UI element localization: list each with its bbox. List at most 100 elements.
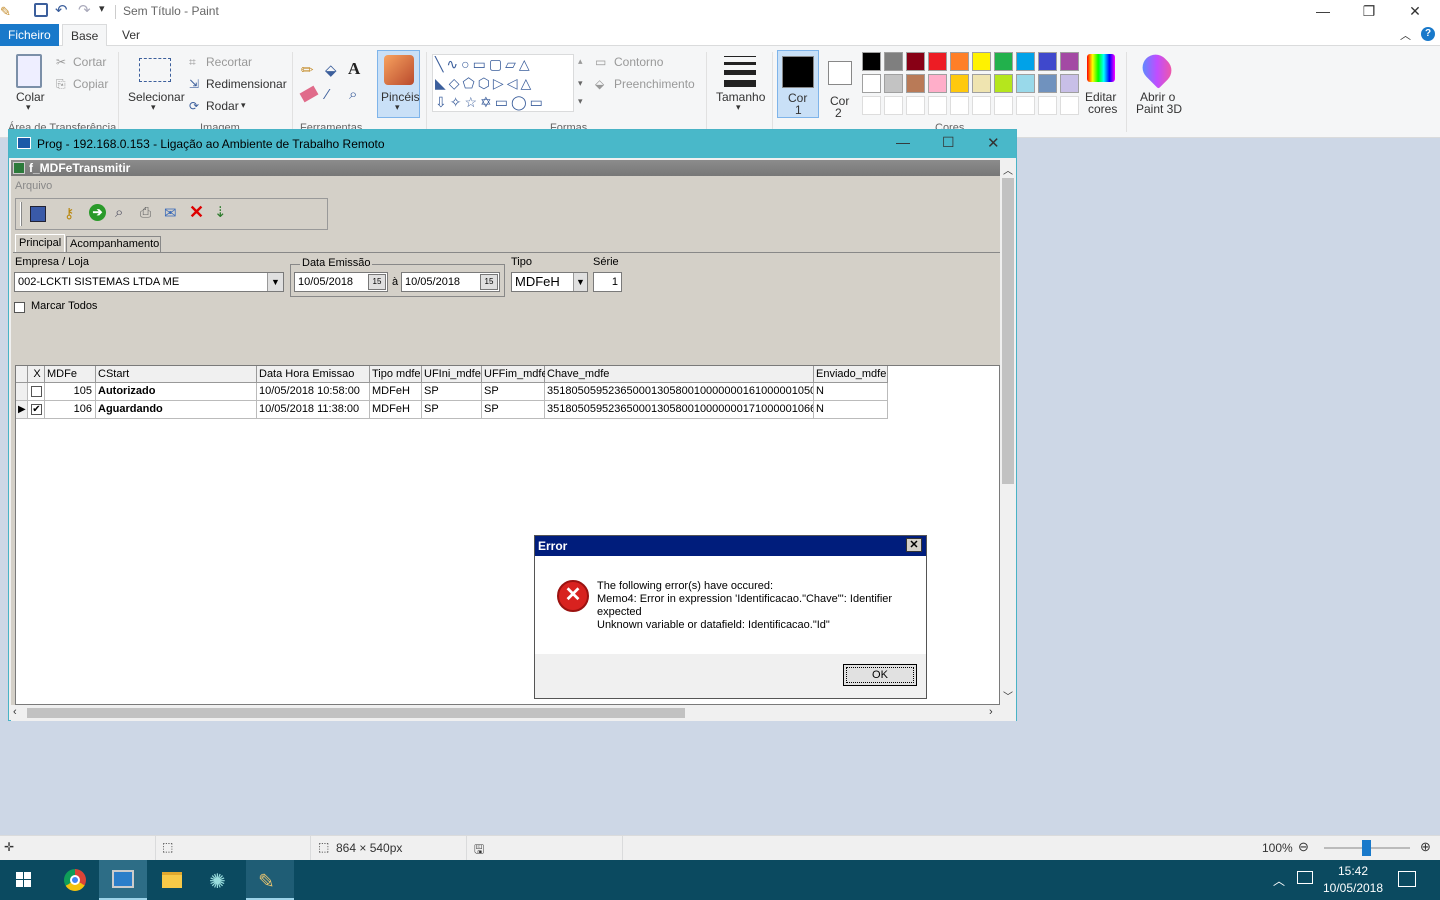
- zoom-out-icon[interactable]: ⊖: [1298, 839, 1309, 855]
- calendar-icon[interactable]: 15: [368, 274, 386, 290]
- paint-app-icon[interactable]: ✎: [0, 4, 11, 20]
- select-dropdown-icon[interactable]: ▾: [151, 102, 156, 113]
- menu-arquivo[interactable]: Arquivo: [15, 180, 52, 192]
- color-swatch[interactable]: [928, 52, 947, 71]
- column-header[interactable]: UFIni_mdfe: [422, 366, 482, 383]
- taskbar-chrome[interactable]: [51, 860, 99, 900]
- serie-input[interactable]: 1: [593, 272, 622, 292]
- network-icon[interactable]: [1297, 871, 1313, 884]
- rotate-button[interactable]: Rodar: [206, 99, 239, 113]
- vertical-scrollbar[interactable]: ︿ ﹀: [1000, 160, 1016, 705]
- minimize-button[interactable]: —: [1300, 0, 1346, 24]
- color1-button[interactable]: Cor 1: [777, 50, 819, 118]
- tab-base[interactable]: Base: [62, 24, 108, 46]
- custom-color-slot[interactable]: [1038, 96, 1057, 115]
- resize-button[interactable]: Redimensionar: [206, 77, 287, 91]
- row-checkbox[interactable]: [31, 386, 42, 397]
- vertical-scroll-thumb[interactable]: [1002, 178, 1014, 484]
- start-button[interactable]: [0, 860, 48, 900]
- shapes-scroll-down-icon[interactable]: ▾: [578, 78, 583, 89]
- color-swatch[interactable]: [994, 52, 1013, 71]
- save-icon[interactable]: [34, 3, 48, 17]
- column-header[interactable]: UFFim_mdfe: [482, 366, 548, 383]
- fill-button[interactable]: Preenchimento: [614, 77, 695, 91]
- color-swatch[interactable]: [862, 52, 881, 71]
- scroll-down-icon[interactable]: ﹀: [1003, 688, 1013, 703]
- custom-color-slot[interactable]: [994, 96, 1013, 115]
- clock-time[interactable]: 15:42: [1323, 864, 1383, 878]
- error-close-button[interactable]: ✕: [906, 538, 922, 552]
- scroll-up-icon[interactable]: ︿: [1003, 162, 1013, 177]
- color-swatch[interactable]: [906, 52, 925, 71]
- zoom-in-icon[interactable]: ⊕: [1420, 839, 1431, 855]
- scroll-right-icon[interactable]: ›: [989, 706, 993, 718]
- restore-button[interactable]: ❐: [1346, 0, 1392, 24]
- edit-colors-label2[interactable]: cores: [1088, 102, 1117, 116]
- date-from-input[interactable]: 10/05/2018 15: [294, 272, 388, 292]
- date-to-input[interactable]: 10/05/2018 15: [401, 272, 500, 292]
- custom-color-slot[interactable]: [972, 96, 991, 115]
- close-button[interactable]: ✕: [1392, 0, 1438, 24]
- column-header[interactable]: Tipo mdfe: [370, 366, 422, 383]
- cut-button[interactable]: Cortar: [73, 55, 106, 69]
- select-icon[interactable]: [139, 58, 171, 82]
- empresa-dropdown-icon[interactable]: ▼: [267, 273, 283, 291]
- text-icon[interactable]: A: [348, 59, 360, 79]
- color-swatch[interactable]: [1060, 52, 1079, 71]
- custom-color-slot[interactable]: [1060, 96, 1079, 115]
- redo-icon[interactable]: ↷: [78, 1, 91, 19]
- help-icon[interactable]: ?: [1421, 27, 1435, 41]
- color-swatch[interactable]: [972, 74, 991, 93]
- color-swatch[interactable]: [1038, 74, 1057, 93]
- pencil-icon[interactable]: ✏: [301, 61, 314, 79]
- collapse-ribbon-icon[interactable]: ︿: [1400, 27, 1411, 43]
- custom-color-slot[interactable]: [1016, 96, 1035, 115]
- taskbar-remote-desktop[interactable]: [99, 860, 147, 900]
- color-swatch[interactable]: [928, 74, 947, 93]
- color-swatch[interactable]: [862, 74, 881, 93]
- eraser-icon[interactable]: [299, 85, 319, 103]
- column-header[interactable]: MDFe: [45, 366, 96, 383]
- error-title-bar[interactable]: Error ✕: [535, 536, 926, 556]
- column-header[interactable]: CStart: [96, 366, 257, 383]
- paint3d-label2[interactable]: Paint 3D: [1136, 102, 1182, 116]
- key-icon[interactable]: ⚷: [64, 205, 74, 222]
- printer-icon[interactable]: ⎙: [140, 204, 151, 221]
- taskbar-app[interactable]: ✺: [197, 860, 245, 900]
- row-checkbox[interactable]: ✔: [31, 404, 42, 415]
- tab-view[interactable]: Ver: [114, 24, 148, 46]
- horizontal-scrollbar[interactable]: ‹ ›: [11, 705, 1016, 721]
- shapes-scroll-up-icon[interactable]: ▴: [578, 56, 583, 67]
- crop-button[interactable]: Recortar: [206, 55, 252, 69]
- clock-date[interactable]: 10/05/2018: [1318, 881, 1388, 895]
- taskbar-file-explorer[interactable]: [148, 860, 196, 900]
- edit-colors-icon[interactable]: [1087, 54, 1115, 82]
- color-swatch[interactable]: [972, 52, 991, 71]
- brushes-button[interactable]: Pincéis ▾: [377, 50, 420, 118]
- outline-button[interactable]: Contorno: [614, 55, 663, 69]
- magnifier-icon[interactable]: ⌕: [349, 86, 357, 103]
- exit-door-icon[interactable]: [30, 206, 46, 222]
- shapes-gallery[interactable]: ╲∿○▭▢▱△ ◣◇⬠⬡▷◁△ ⇩✧☆✡▭◯▭: [432, 54, 574, 112]
- mark-all-checkbox[interactable]: [14, 302, 25, 313]
- table-row[interactable]: ▶ ✔ 106 Aguardando 10/05/2018 11:38:00 M…: [16, 401, 888, 419]
- shapes-more-icon[interactable]: ▾: [578, 96, 583, 107]
- calendar-icon[interactable]: 15: [480, 274, 498, 290]
- scroll-left-icon[interactable]: ‹: [13, 706, 17, 718]
- download-icon[interactable]: ⇣: [214, 203, 227, 221]
- custom-color-slot[interactable]: [906, 96, 925, 115]
- color-swatch[interactable]: [950, 74, 969, 93]
- notification-icon[interactable]: [1398, 871, 1416, 887]
- select-button[interactable]: Selecionar: [128, 90, 185, 104]
- search-icon[interactable]: ⌕: [115, 204, 123, 221]
- column-header[interactable]: Enviado_mdfe: [814, 366, 888, 383]
- color-swatch[interactable]: [1060, 74, 1079, 93]
- cancel-x-icon[interactable]: ✕: [189, 202, 204, 223]
- paint3d-icon[interactable]: [1137, 49, 1177, 89]
- email-icon[interactable]: ✉: [164, 204, 177, 222]
- rdp-title-bar[interactable]: Prog - 192.168.0.153 - Ligação ao Ambien…: [9, 130, 1016, 158]
- ok-button[interactable]: OK: [843, 664, 917, 686]
- row-checkbox-cell[interactable]: [28, 383, 45, 401]
- color-picker-icon[interactable]: ⁄: [326, 86, 329, 103]
- quick-access-dropdown-icon[interactable]: ▾: [99, 2, 105, 15]
